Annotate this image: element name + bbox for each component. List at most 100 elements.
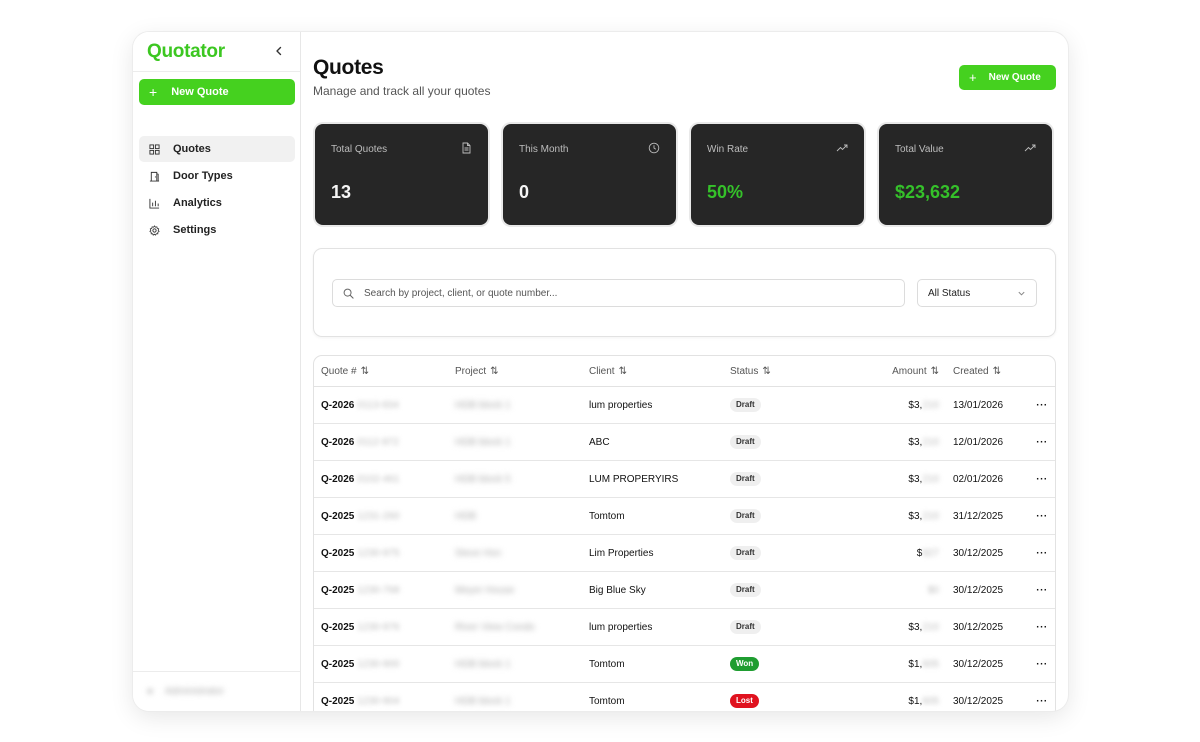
column-header-client[interactable]: Client ⇅ [589,366,730,377]
table-row[interactable]: Q-2026 0113-934 HDB block 1 lum properties D… [314,387,1055,424]
more-horizontal-icon[interactable]: ··· [1029,400,1055,411]
cell-client: lum properties [589,621,653,633]
column-header-status[interactable]: Status ⇅ [730,366,825,377]
sort-icon: ⇅ [930,365,939,377]
status-filter-select[interactable]: All Status [917,279,1037,307]
cell-status: Draft [730,620,825,634]
search-icon [343,288,354,299]
status-badge: Draft [730,546,761,560]
search-box[interactable] [332,279,905,307]
cell-project: HDB block 5 [455,473,511,485]
door-icon [149,171,160,182]
cell-quote-number: Q-2025 1230-975 [321,547,400,559]
column-label: Status [730,365,759,377]
column-header-amount[interactable]: Amount ⇅ [825,366,939,377]
cell-amount: $1,605 [908,695,939,707]
stat-label: Total Quotes [331,144,388,155]
cell-client: Tomtom [589,510,625,522]
sort-icon: ⇅ [992,365,1001,377]
cell-project: HDB [455,510,477,522]
sidebar-new-quote-button[interactable]: + New Quote [139,79,295,105]
table-header: Quote # ⇅ Project ⇅ Client ⇅ Status ⇅ Amount… [314,356,1055,387]
cell-status: Draft [730,509,825,523]
sidebar-new-quote-label: New Quote [171,86,229,98]
table-row[interactable]: Q-2025 1230-975 Steve Hsn Lim Properties Dra… [314,535,1055,572]
cell-project: River View Condo [455,621,535,633]
cell-status: Won [730,657,825,671]
status-badge: Draft [730,472,761,486]
cell-status: Draft [730,546,825,560]
cell-status: Draft [730,398,825,412]
column-header-created[interactable]: Created ⇅ [939,366,1029,377]
cell-amount: $927 [916,547,939,559]
more-horizontal-icon[interactable]: ··· [1029,474,1055,485]
sidebar-item-analytics[interactable]: Analytics [139,190,295,216]
cell-quote-number: Q-2025 1231-260 [321,510,400,522]
plus-icon: + [149,84,158,100]
column-header-project[interactable]: Project ⇅ [455,366,589,377]
chevron-down-icon [1018,291,1025,296]
status-badge: Lost [730,694,759,708]
filter-panel: All Status [313,248,1056,337]
sidebar-item-settings[interactable]: Settings [139,217,295,243]
cell-amount: $3,210 [908,399,939,411]
trending-up-icon [1024,144,1036,152]
sidebar-item-label: Settings [173,224,217,236]
cell-client: Lim Properties [589,547,654,559]
table-row[interactable]: Q-2026 0102-461 HDB block 5 LUM PROPERYIRS D… [314,461,1055,498]
cell-amount: $3,210 [908,621,939,633]
cell-project: HDB block 1 [455,436,511,448]
user-name: Administrator [165,686,224,697]
table-row[interactable]: Q-2025 1230-900 HDB block 1 Tomtom Won $1,605… [314,646,1055,683]
table-row[interactable]: Q-2025 1230-768 Meyer House Big Blue Sky Dra… [314,572,1055,609]
more-horizontal-icon[interactable]: ··· [1029,696,1055,707]
table-row[interactable]: Q-2025 1230-904 HDB block 1 Tomtom Lost $1,60… [314,683,1055,711]
more-horizontal-icon[interactable]: ··· [1029,548,1055,559]
sidebar-item-door-types[interactable]: Door Types [139,163,295,189]
cell-quote-number: Q-2025 1230-976 [321,621,400,633]
cell-client: LUM PROPERYIRS [589,473,679,485]
status-badge: Draft [730,398,761,412]
document-icon [462,142,471,154]
table-row[interactable]: Q-2026 0112-972 HDB block 1 ABC Draft $3,210 1… [314,424,1055,461]
status-badge: Won [730,657,760,671]
table-body: Q-2026 0113-934 HDB block 1 lum properties D… [314,387,1055,711]
table-row[interactable]: Q-2025 1230-976 River View Condo lum proper… [314,609,1055,646]
cell-client: ABC [589,436,610,448]
cell-project: Steve Hsn [455,547,502,559]
cell-project: HDB block 1 [455,695,511,707]
cell-quote-number: Q-2026 0102-461 [321,473,400,485]
stat-card-win-rate: Win Rate 50% [691,124,864,225]
sidebar-footer[interactable]: ● Administrator [133,671,300,711]
bar-chart-icon [149,198,160,209]
sidebar-item-quotes[interactable]: Quotes [139,136,295,162]
chevron-left-icon[interactable] [274,44,284,59]
status-badge: Draft [730,583,761,597]
brand-logo: Quotator [147,40,225,62]
plus-icon: + [969,70,977,85]
column-header-quote[interactable]: Quote # ⇅ [314,366,455,377]
more-horizontal-icon[interactable]: ··· [1029,437,1055,448]
more-horizontal-icon[interactable]: ··· [1029,585,1055,596]
more-horizontal-icon[interactable]: ··· [1029,659,1055,670]
table-row[interactable]: Q-2025 1231-260 HDB Tomtom Draft $3,210 31/12/… [314,498,1055,535]
sidebar: Quotator + New Quote Quotes Door Types A… [133,32,301,711]
more-horizontal-icon[interactable]: ··· [1029,622,1055,633]
column-label: Amount [892,365,927,377]
more-horizontal-icon[interactable]: ··· [1029,511,1055,522]
status-badge: Draft [730,509,761,523]
cell-client: lum properties [589,399,653,411]
cell-client: Tomtom [589,695,625,707]
column-label: Quote # [321,365,357,377]
page-subtitle: Manage and track all your quotes [313,84,491,98]
status-filter-value: All Status [928,287,971,299]
cell-amount: $3,210 [908,436,939,448]
search-input[interactable] [364,287,884,299]
cell-quote-number: Q-2025 1230-900 [321,658,400,670]
cell-status: Draft [730,435,825,449]
cell-created: 13/01/2026 [953,399,1004,411]
cell-amount: $3,210 [908,510,939,522]
sidebar-nav: Quotes Door Types Analytics Settings [139,136,295,244]
cell-created: 30/12/2025 [953,584,1004,596]
new-quote-button[interactable]: + New Quote [959,65,1056,90]
